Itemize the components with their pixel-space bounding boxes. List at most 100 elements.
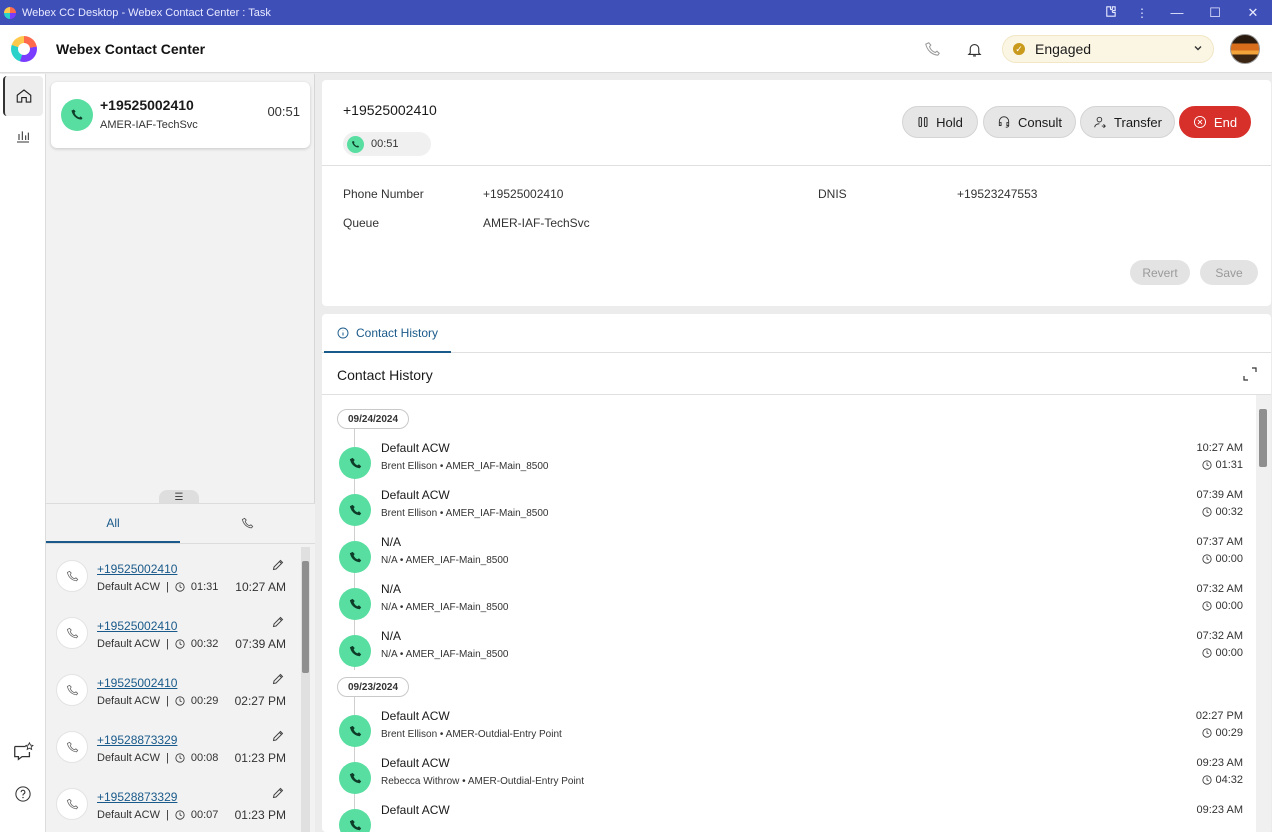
nav-help[interactable]: [3, 774, 43, 814]
recent-call-number[interactable]: +19525002410: [97, 562, 177, 576]
history-item-time: 09:23 AM: [1196, 757, 1243, 769]
panel-divider: [322, 165, 1271, 166]
active-task-card[interactable]: +19525002410 AMER-IAF-TechSvc 00:51: [51, 82, 310, 148]
contact-history-list: 09/24/2024 Default ACW Brent Ellison • A…: [322, 395, 1256, 832]
nav-home[interactable]: [3, 76, 43, 116]
recent-call-number[interactable]: +19528873329: [97, 790, 177, 804]
end-label: End: [1213, 114, 1238, 130]
edit-pencil-icon[interactable]: [272, 615, 284, 633]
history-item-duration-value: 04:32: [1215, 774, 1243, 786]
history-item-duration-value: 00:00: [1215, 647, 1243, 659]
history-item-subtitle: Brent Ellison • AMER_IAF-Main_8500: [381, 508, 549, 519]
history-item[interactable]: Default ACW Rebecca Withrow • AMER-Outdi…: [322, 756, 1256, 802]
call-icon: [339, 715, 371, 747]
history-item-duration: 00:00: [1202, 647, 1243, 659]
history-item[interactable]: N/A N/A • AMER_IAF-Main_8500 07:32 AM 00…: [322, 582, 1256, 628]
clock-icon: [175, 753, 185, 763]
separator: |: [165, 581, 169, 593]
history-item-time: 09:23 AM: [1196, 804, 1243, 816]
edit-pencil-icon[interactable]: [272, 729, 284, 747]
save-button[interactable]: Save: [1200, 260, 1258, 285]
recent-scrollbar[interactable]: [301, 547, 310, 832]
minimize-button[interactable]: —: [1158, 5, 1196, 20]
recent-call-item[interactable]: +19525002410 Default ACW | 01:31 10:27 A…: [46, 545, 301, 602]
history-scrollbar[interactable]: [1256, 395, 1271, 832]
history-item-time: 07:32 AM: [1196, 583, 1243, 595]
timer-value: 00:51: [371, 138, 399, 150]
revert-button[interactable]: Revert: [1130, 260, 1190, 285]
dnis-value: +19523247553: [957, 187, 1038, 201]
transfer-button[interactable]: Transfer: [1080, 106, 1175, 138]
expand-icon[interactable]: [1243, 367, 1257, 386]
close-button[interactable]: ✕: [1234, 5, 1272, 21]
phone-icon: [241, 517, 253, 529]
recent-call-time: 07:39 AM: [235, 637, 286, 651]
more-vertical-icon[interactable]: ⋮: [1126, 6, 1158, 20]
history-item[interactable]: N/A N/A • AMER_IAF-Main_8500 07:37 AM 00…: [322, 535, 1256, 581]
extensions-icon[interactable]: [1094, 5, 1126, 21]
recent-call-time: 01:23 PM: [234, 751, 286, 765]
panel-resize-handle[interactable]: ☰: [159, 490, 199, 504]
app-header: Webex Contact Center ✓ Engaged: [0, 25, 1272, 73]
hold-label: Hold: [936, 114, 963, 130]
hold-button[interactable]: Hold: [902, 106, 978, 138]
tab-contact-history[interactable]: Contact History: [324, 314, 451, 353]
recent-call-item[interactable]: +19525002410 Default ACW | 00:32 07:39 A…: [46, 602, 301, 659]
recent-call-item[interactable]: +19528873329 Default ACW | 00:07 01:23 P…: [46, 773, 301, 830]
phone-icon[interactable]: [922, 39, 942, 59]
recent-call-number[interactable]: +19525002410: [97, 619, 177, 633]
edit-pencil-icon[interactable]: [272, 672, 284, 690]
maximize-button[interactable]: ☐: [1196, 5, 1234, 21]
recent-call-number[interactable]: +19525002410: [97, 676, 177, 690]
history-item[interactable]: Default ACW 09:23 AM: [322, 803, 1256, 832]
recent-call-meta: Default ACW | 00:32: [97, 638, 218, 650]
history-item-subtitle: Brent Ellison • AMER_IAF-Main_8500: [381, 461, 549, 472]
analytics-icon: [17, 131, 29, 143]
history-item-duration-value: 00:00: [1215, 600, 1243, 612]
history-item[interactable]: N/A N/A • AMER_IAF-Main_8500 07:32 AM 00…: [322, 629, 1256, 675]
tab-calls[interactable]: [180, 504, 314, 543]
clock-icon: [1202, 775, 1215, 785]
end-call-button[interactable]: End: [1179, 106, 1251, 138]
history-item-duration: 00:00: [1202, 600, 1243, 612]
tab-all[interactable]: All: [46, 504, 180, 543]
app-icon: [4, 6, 16, 19]
edit-pencil-icon[interactable]: [272, 786, 284, 804]
interaction-panel: +19525002410 00:51 Hold Consult Transfer…: [322, 80, 1271, 306]
clock-icon: [1202, 460, 1215, 470]
nav-feedback[interactable]: [3, 732, 43, 772]
left-nav-rail: [0, 74, 46, 832]
history-item[interactable]: Default ACW Brent Ellison • AMER_IAF-Mai…: [322, 488, 1256, 534]
user-avatar[interactable]: [1230, 34, 1260, 64]
history-item-duration: 01:31: [1202, 459, 1243, 471]
history-item-duration: 00:29: [1202, 727, 1243, 739]
clock-icon: [175, 582, 185, 592]
clock-icon: [1202, 554, 1215, 564]
history-item[interactable]: Default ACW Brent Ellison • AMER-Outdial…: [322, 709, 1256, 755]
recent-call-status: Default ACW: [97, 638, 160, 650]
agent-state-dropdown[interactable]: ✓ Engaged: [1002, 35, 1214, 63]
phone-icon: [56, 617, 88, 649]
chevron-down-icon: [1193, 43, 1203, 56]
history-item[interactable]: Default ACW Brent Ellison • AMER_IAF-Mai…: [322, 441, 1256, 487]
tab-contact-history-label: Contact History: [355, 325, 439, 340]
recent-call-duration: 00:29: [190, 695, 219, 707]
separator: |: [165, 695, 169, 707]
edit-pencil-icon[interactable]: [272, 558, 284, 576]
history-item-duration-value: 00:32: [1215, 506, 1243, 518]
recent-call-duration: 00:32: [190, 638, 219, 650]
task-queue: AMER-IAF-TechSvc: [100, 119, 198, 131]
notification-bell-icon[interactable]: [964, 39, 984, 59]
consult-button[interactable]: Consult: [983, 106, 1076, 138]
history-item-duration-value: 01:31: [1215, 459, 1243, 471]
nav-analytics[interactable]: [3, 116, 43, 156]
separator: |: [165, 809, 169, 821]
revert-label: Revert: [1142, 265, 1178, 280]
recent-call-item[interactable]: +19528873329 Default ACW | 00:08 01:23 P…: [46, 716, 301, 773]
interaction-ani: +19525002410: [343, 102, 437, 118]
call-icon: [339, 447, 371, 479]
recent-call-item[interactable]: +19525002410 Default ACW | 00:29 02:27 P…: [46, 659, 301, 716]
home-icon: [16, 89, 32, 103]
call-icon: [339, 809, 371, 832]
recent-call-number[interactable]: +19528873329: [97, 733, 177, 747]
